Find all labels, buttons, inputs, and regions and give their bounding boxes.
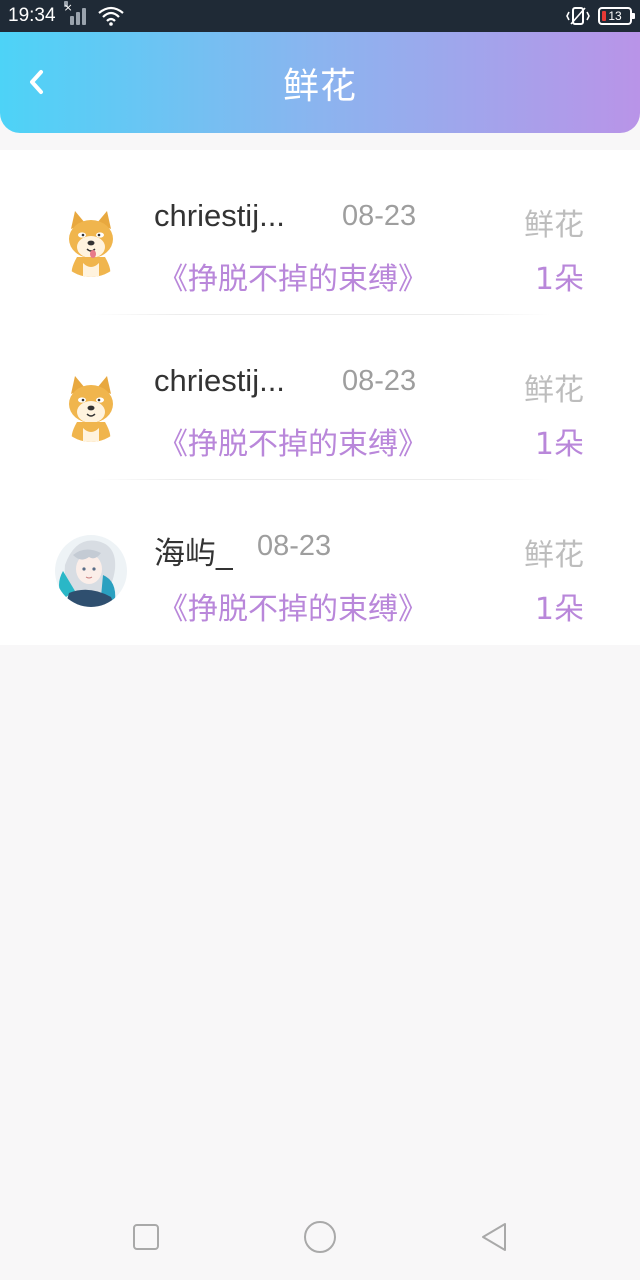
shiba-dog-icon bbox=[55, 205, 127, 277]
battery-icon: 13 bbox=[598, 7, 635, 25]
status-bar: 19:34 × 13 bbox=[0, 0, 640, 32]
flower-record-list: chriestij... 08-23 鲜花 《挣脱不掉的束缚》 1朵 chrie… bbox=[0, 150, 640, 645]
list-item[interactable]: 海屿_ 08-23 鲜花 《挣脱不掉的束缚》 1朵 bbox=[0, 480, 640, 645]
back-button[interactable] bbox=[18, 62, 54, 102]
vibrate-icon bbox=[566, 7, 590, 25]
back-nav-button[interactable] bbox=[474, 1217, 514, 1257]
avatar[interactable] bbox=[55, 205, 127, 277]
user-name: chriestij... bbox=[154, 363, 285, 398]
square-recents-icon bbox=[133, 1224, 159, 1250]
battery-level: 13 bbox=[608, 9, 622, 23]
user-name: chriestij... bbox=[154, 198, 285, 233]
gift-type: 鲜花 bbox=[524, 208, 584, 243]
chevron-left-icon bbox=[30, 70, 43, 94]
user-name: 海屿_ bbox=[154, 536, 234, 571]
book-title[interactable]: 《挣脱不掉的束缚》 bbox=[158, 584, 428, 628]
gift-count: 1朵 bbox=[534, 427, 584, 462]
avatar[interactable] bbox=[55, 535, 127, 607]
shiba-dog-icon bbox=[55, 370, 127, 442]
signal-icon: × bbox=[63, 1, 90, 25]
gift-type: 鲜花 bbox=[524, 373, 584, 408]
anime-character-icon bbox=[55, 535, 127, 607]
header-bar: 鲜花 bbox=[0, 32, 640, 133]
page-title: 鲜花 bbox=[282, 65, 357, 107]
book-title[interactable]: 《挣脱不掉的束缚》 bbox=[158, 419, 428, 463]
home-button[interactable] bbox=[300, 1217, 340, 1257]
record-date: 08-23 bbox=[342, 365, 417, 397]
list-item[interactable]: chriestij... 08-23 鲜花 《挣脱不掉的束缚》 1朵 bbox=[0, 315, 640, 480]
avatar[interactable] bbox=[55, 370, 127, 442]
list-item[interactable]: chriestij... 08-23 鲜花 《挣脱不掉的束缚》 1朵 bbox=[0, 150, 640, 315]
status-time: 19:34 bbox=[8, 5, 56, 26]
wifi-icon bbox=[97, 6, 124, 26]
gift-type: 鲜花 bbox=[524, 538, 584, 573]
circle-home-icon bbox=[304, 1221, 336, 1253]
gift-count: 1朵 bbox=[534, 262, 584, 297]
record-date: 08-23 bbox=[342, 200, 417, 232]
triangle-back-icon bbox=[482, 1223, 506, 1251]
record-date: 08-23 bbox=[257, 530, 332, 562]
gift-count: 1朵 bbox=[534, 592, 584, 627]
recents-button[interactable] bbox=[126, 1217, 166, 1257]
system-nav-bar bbox=[0, 1195, 640, 1280]
book-title[interactable]: 《挣脱不掉的束缚》 bbox=[158, 254, 428, 298]
